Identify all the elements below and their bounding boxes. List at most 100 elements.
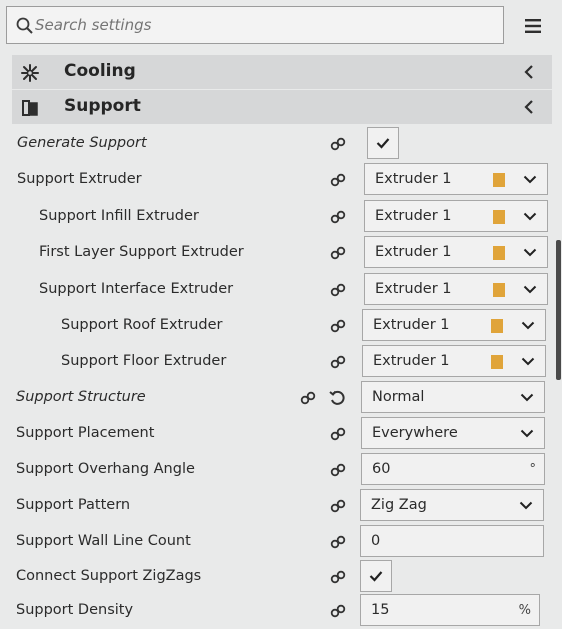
setting-label: Generate Support	[17, 135, 147, 151]
setting-label: Support Density	[16, 602, 134, 618]
setting-support-density: Support Density 15 %	[0, 594, 562, 628]
support-interface-extruder-dropdown[interactable]: Extruder 1	[364, 273, 548, 305]
dropdown-value: Extruder 1	[375, 244, 452, 260]
setting-first-layer-support-extruder: First Layer Support Extruder Extruder 1	[0, 236, 562, 270]
setting-support-extruder: Support Extruder Extruder 1	[0, 163, 562, 197]
link-icon[interactable]	[330, 173, 346, 187]
extruder-color-swatch	[491, 355, 503, 369]
setting-label: Support Roof Extruder	[61, 317, 223, 333]
setting-support-placement: Support Placement Everywhere	[0, 417, 562, 451]
category-cooling[interactable]: Cooling	[12, 55, 552, 89]
reset-icon[interactable]	[329, 390, 345, 406]
dropdown-value: Normal	[372, 389, 425, 405]
setting-label: Support Wall Line Count	[16, 533, 191, 549]
link-icon[interactable]	[330, 246, 346, 260]
setting-connect-support-zigzags: Connect Support ZigZags	[0, 560, 562, 594]
setting-label: Support Floor Extruder	[61, 353, 227, 369]
setting-generate-support: Generate Support	[0, 127, 562, 161]
support-infill-extruder-dropdown[interactable]: Extruder 1	[364, 200, 548, 232]
chevron-down-icon	[520, 393, 534, 402]
setting-support-overhang-angle: Support Overhang Angle 60 °	[0, 453, 562, 487]
support-extruder-dropdown[interactable]: Extruder 1	[364, 163, 548, 195]
settings-toolbar	[0, 0, 562, 52]
setting-label: Support Pattern	[16, 497, 131, 513]
chevron-left-icon	[524, 100, 533, 114]
link-icon[interactable]	[330, 570, 346, 584]
scrollbar-handle[interactable]	[556, 240, 561, 380]
extruder-color-swatch	[491, 319, 503, 333]
category-support[interactable]: Support	[12, 90, 552, 124]
connect-support-zigzags-checkbox[interactable]	[360, 560, 392, 592]
dropdown-value: Extruder 1	[375, 208, 452, 224]
support-roof-extruder-dropdown[interactable]: Extruder 1	[362, 309, 546, 341]
extruder-color-swatch	[493, 283, 505, 297]
support-pattern-dropdown[interactable]: Zig Zag	[360, 489, 544, 521]
setting-label: Support Extruder	[17, 171, 142, 187]
link-icon[interactable]	[330, 355, 346, 369]
extruder-color-swatch	[493, 246, 505, 260]
support-floor-extruder-dropdown[interactable]: Extruder 1	[362, 345, 546, 377]
dropdown-value: Zig Zag	[371, 497, 427, 513]
link-icon[interactable]	[300, 391, 316, 405]
setting-label: Support Structure	[16, 389, 146, 405]
support-wall-line-count-input[interactable]: 0	[360, 525, 544, 557]
setting-support-interface-extruder: Support Interface Extruder Extruder 1	[0, 273, 562, 307]
unit-label: °	[529, 462, 537, 477]
category-label: Support	[64, 96, 141, 116]
support-structure-dropdown[interactable]: Normal	[361, 381, 545, 413]
checkmark-icon	[376, 138, 390, 149]
dropdown-value: Extruder 1	[373, 353, 450, 369]
setting-label: Support Infill Extruder	[39, 208, 199, 224]
chevron-down-icon	[520, 429, 534, 438]
dropdown-value: Extruder 1	[373, 317, 450, 333]
input-value: 0	[371, 533, 381, 549]
settings-menu-button[interactable]	[520, 14, 546, 38]
link-icon[interactable]	[330, 499, 346, 513]
setting-support-structure: Support Structure Normal	[0, 381, 562, 415]
unit-label: %	[518, 603, 531, 618]
input-value: 60	[372, 461, 391, 477]
search-box[interactable]	[6, 6, 504, 44]
hamburger-menu-icon	[525, 19, 541, 33]
link-icon[interactable]	[330, 283, 346, 297]
first-layer-support-extruder-dropdown[interactable]: Extruder 1	[364, 236, 548, 268]
support-overhang-angle-input[interactable]: 60 °	[361, 453, 545, 485]
link-icon[interactable]	[330, 535, 346, 549]
setting-label: Connect Support ZigZags	[16, 568, 202, 584]
search-icon	[16, 17, 33, 34]
chevron-down-icon	[519, 501, 533, 510]
generate-support-checkbox[interactable]	[367, 127, 399, 159]
extruder-color-swatch	[493, 173, 505, 187]
support-icon	[22, 100, 38, 116]
setting-label: First Layer Support Extruder	[39, 244, 244, 260]
link-icon[interactable]	[330, 427, 346, 441]
chevron-down-icon	[523, 248, 537, 257]
checkmark-icon	[369, 571, 383, 582]
setting-support-floor-extruder: Support Floor Extruder Extruder 1	[0, 345, 562, 379]
chevron-left-icon	[524, 65, 533, 79]
chevron-down-icon	[523, 175, 537, 184]
dropdown-value: Everywhere	[372, 425, 458, 441]
setting-label: Support Overhang Angle	[16, 461, 195, 477]
setting-support-roof-extruder: Support Roof Extruder Extruder 1	[0, 309, 562, 343]
setting-label: Support Interface Extruder	[39, 281, 234, 297]
link-icon[interactable]	[330, 137, 346, 151]
extruder-color-swatch	[493, 210, 505, 224]
category-label: Cooling	[64, 61, 136, 81]
input-value: 15	[371, 602, 390, 618]
support-placement-dropdown[interactable]: Everywhere	[361, 417, 545, 449]
link-icon[interactable]	[330, 210, 346, 224]
dropdown-value: Extruder 1	[375, 281, 452, 297]
cooling-fan-icon	[21, 64, 39, 82]
search-input[interactable]	[35, 11, 495, 39]
setting-label: Support Placement	[16, 425, 155, 441]
link-icon[interactable]	[330, 604, 346, 618]
chevron-down-icon	[521, 321, 535, 330]
link-icon[interactable]	[330, 463, 346, 477]
link-icon[interactable]	[330, 319, 346, 333]
setting-support-wall-line-count: Support Wall Line Count 0	[0, 525, 562, 559]
chevron-down-icon	[523, 285, 537, 294]
chevron-down-icon	[521, 357, 535, 366]
support-density-input[interactable]: 15 %	[360, 594, 540, 626]
setting-support-pattern: Support Pattern Zig Zag	[0, 489, 562, 523]
